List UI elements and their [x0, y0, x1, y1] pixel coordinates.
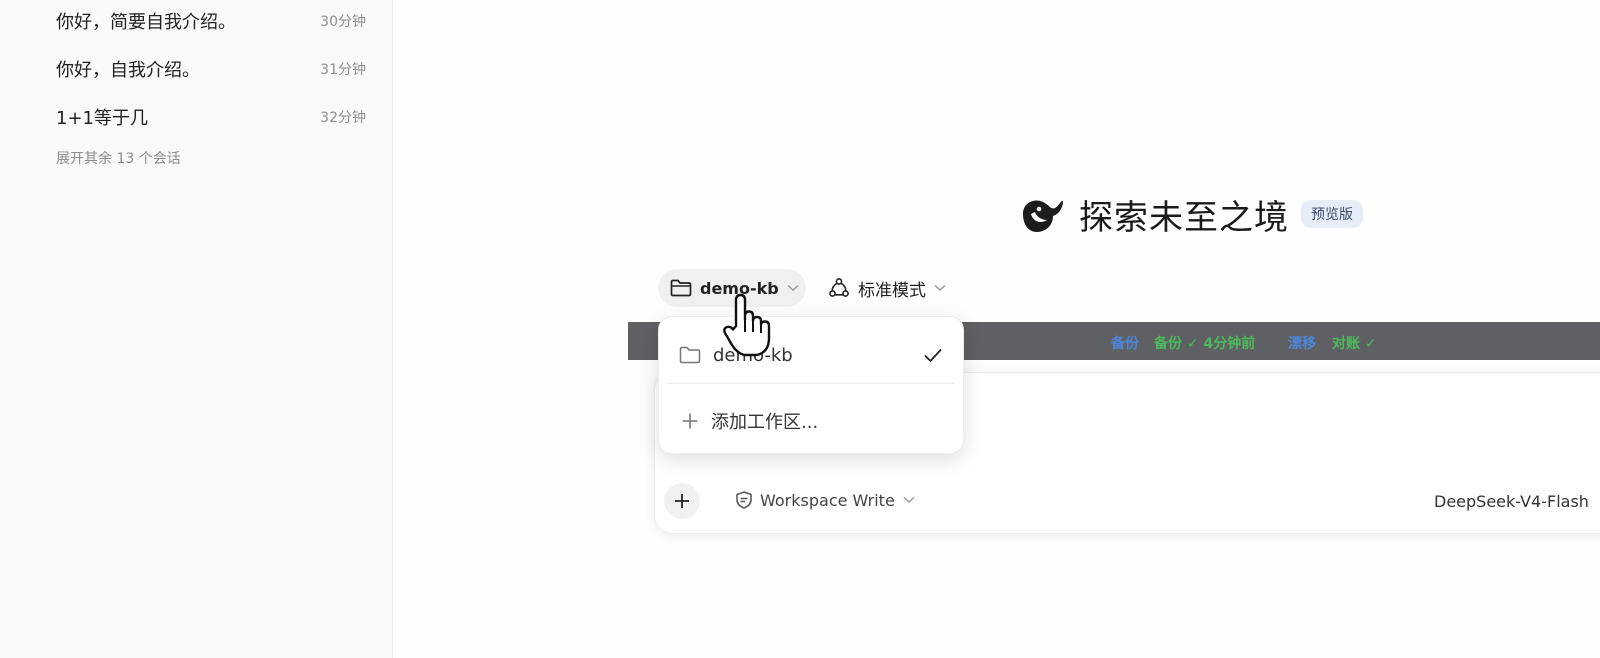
conversation-time: 32分钟 [320, 110, 366, 126]
hero: 探索未至之境 预览版 [1017, 190, 1363, 238]
mode-label: 标准模式 [858, 280, 926, 301]
plus-icon [682, 413, 698, 429]
permission-selector[interactable]: Workspace Write [734, 490, 915, 510]
cycle-nodes-icon [829, 278, 849, 297]
status-item: 漂移 [1288, 336, 1316, 352]
conversation-item[interactable]: 1+1等于几 32分钟 [56, 104, 366, 130]
workspace-label: demo-kb [700, 278, 779, 298]
folder-icon [670, 279, 692, 297]
sidebar: 你好，简要自我介绍。 30分钟 你好，自我介绍。 31分钟 1+1等于几 32分… [0, 0, 393, 658]
dropdown-divider [667, 383, 955, 384]
dropdown-item-add-workspace[interactable]: 添加工作区... [659, 395, 963, 447]
mode-selector[interactable]: 标准模式 [820, 269, 954, 307]
hero-title: 探索未至之境 [1079, 197, 1289, 238]
conversation-title: 你好，简要自我介绍。 [56, 12, 236, 33]
workspace-selector[interactable]: demo-kb [658, 269, 806, 307]
folder-icon [679, 346, 701, 364]
check-icon [924, 348, 942, 363]
chevron-down-icon [934, 284, 946, 292]
shield-icon [736, 491, 752, 509]
dropdown-item-label: demo-kb [713, 344, 793, 366]
status-item: 对账 ✓ [1332, 336, 1377, 352]
dropdown-item-label: 添加工作区... [711, 412, 819, 433]
conversation-item[interactable]: 你好，自我介绍。 31分钟 [56, 56, 366, 82]
whale-logo-icon [1023, 200, 1063, 232]
chevron-down-icon [787, 284, 799, 292]
conversation-item[interactable]: 你好，简要自我介绍。 30分钟 [56, 8, 366, 34]
conversation-time: 31分钟 [320, 62, 366, 78]
chevron-down-icon [903, 496, 915, 504]
attach-button[interactable] [664, 483, 700, 519]
model-selector[interactable]: DeepSeek-V4-Flash [1434, 492, 1589, 511]
workspace-dropdown: demo-kb 添加工作区... [658, 316, 964, 454]
status-item: 备份 ✓ 4分钟前 [1154, 336, 1256, 352]
conversation-title: 1+1等于几 [56, 108, 148, 129]
dropdown-item-demo-kb[interactable]: demo-kb [659, 329, 963, 381]
conversation-time: 30分钟 [320, 14, 366, 30]
expand-more-conversations[interactable]: 展开其余 13 个会话 [56, 148, 181, 168]
plus-icon [675, 494, 689, 508]
status-item: 备份 [1111, 336, 1139, 352]
permission-label: Workspace Write [760, 490, 895, 510]
conversation-title: 你好，自我介绍。 [56, 60, 200, 81]
preview-badge: 预览版 [1301, 200, 1363, 228]
